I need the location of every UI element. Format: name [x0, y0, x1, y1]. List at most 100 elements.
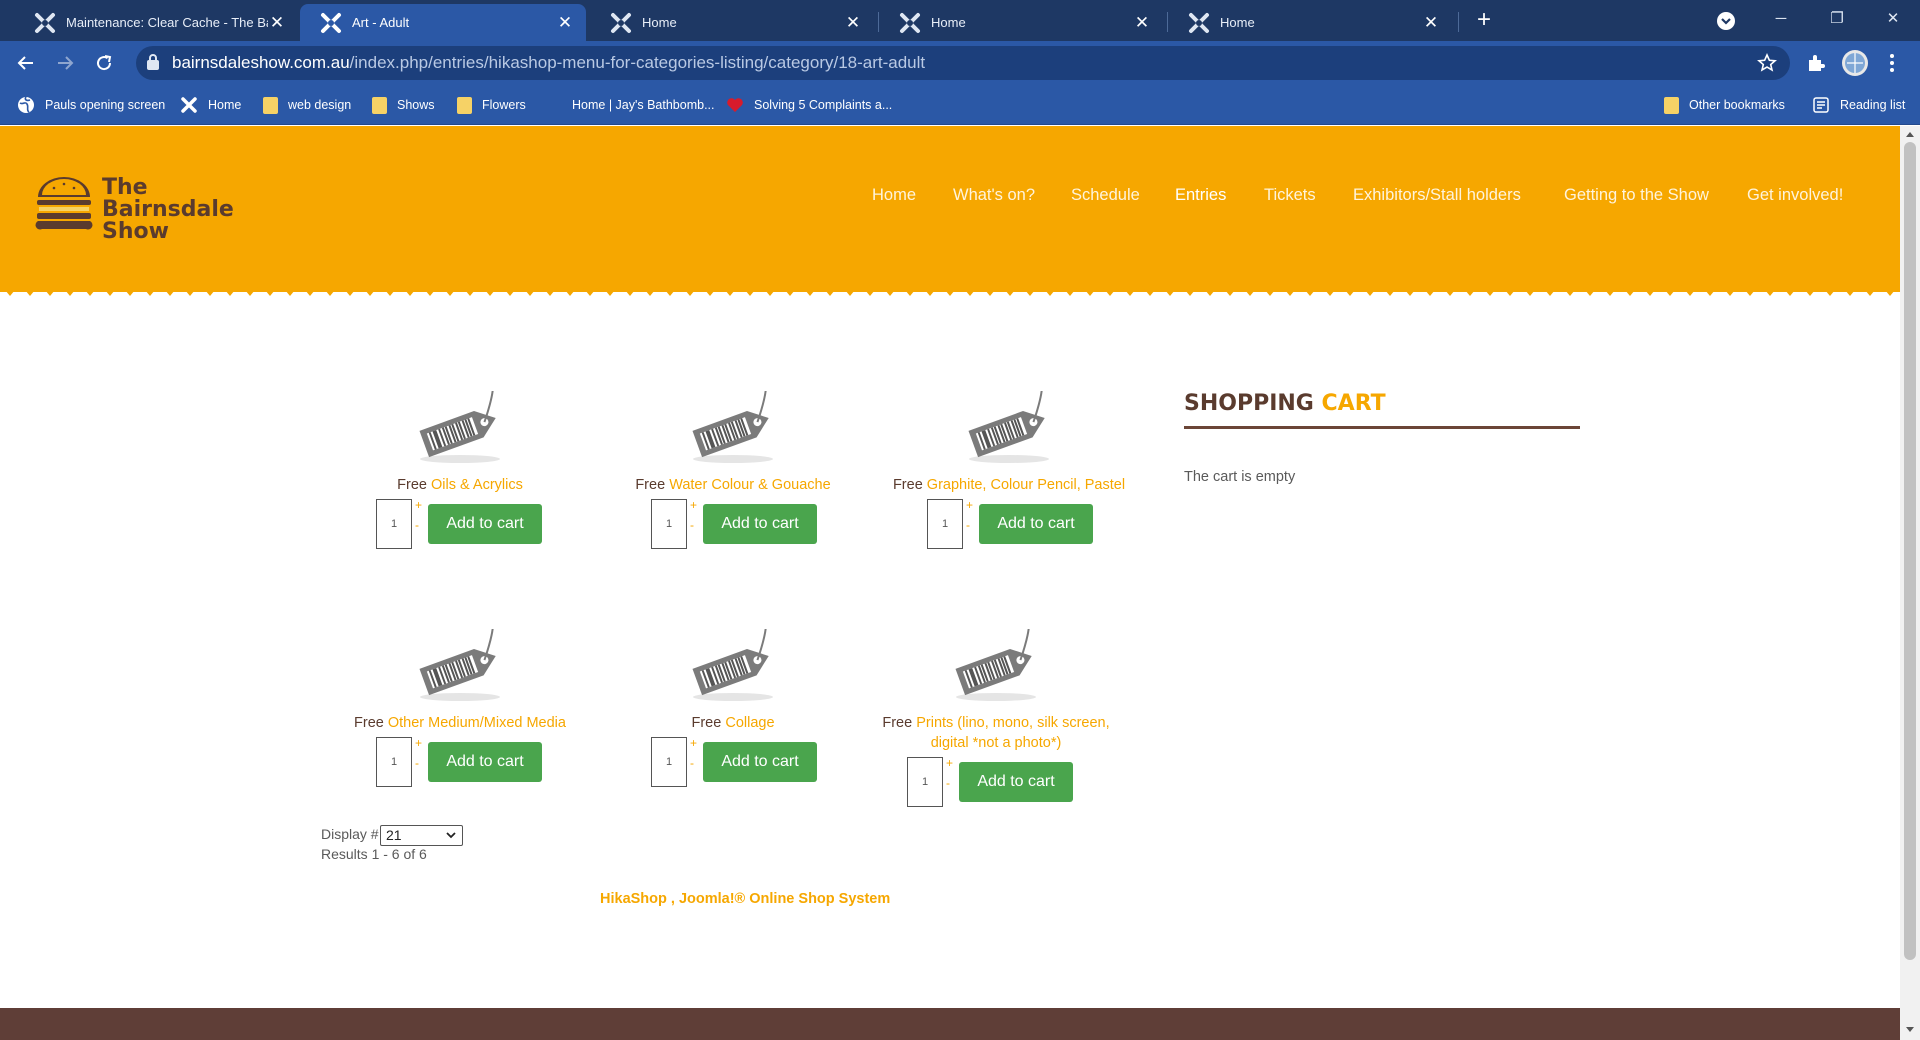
product-controls: 1 + - Add to cart [871, 757, 1111, 809]
tab-home-2[interactable]: Home ✕ [879, 4, 1163, 41]
folder-icon [263, 96, 278, 114]
product-link[interactable]: Graphite, Colour Pencil, Pastel [927, 477, 1125, 493]
quantity-input[interactable]: 1 [376, 499, 412, 549]
close-window-icon[interactable]: ✕ [1878, 6, 1908, 32]
profile-avatar-icon[interactable] [1841, 49, 1869, 77]
bookmark-jays-bathbomb[interactable]: Home | Jay's Bathbomb... [572, 94, 715, 116]
product-price: Free [882, 715, 913, 731]
new-tab-button[interactable]: + [1471, 8, 1497, 34]
product-link[interactable]: Prints (lino, mono, silk screen, digital… [916, 715, 1109, 751]
add-to-cart-button[interactable]: Add to cart [428, 742, 542, 782]
display-count-value: 21 [386, 827, 402, 843]
other-bookmarks-label: Other bookmarks [1689, 98, 1785, 112]
product-link[interactable]: Water Colour & Gouache [669, 477, 830, 493]
quantity-input[interactable]: 1 [376, 737, 412, 787]
add-to-cart-button[interactable]: Add to cart [959, 762, 1073, 802]
nav-home[interactable]: Home [872, 186, 916, 205]
menu-dots-icon[interactable] [1888, 53, 1896, 73]
tab-title: Home [642, 15, 677, 30]
star-icon[interactable] [1757, 53, 1777, 73]
restore-icon[interactable]: ❐ [1822, 6, 1852, 32]
quantity-plus-button[interactable]: + [946, 757, 953, 769]
nav-whats-on[interactable]: What's on? [953, 186, 1035, 205]
reload-icon [97, 55, 112, 71]
quantity-input[interactable]: 1 [651, 737, 687, 787]
hikashop-credit-link[interactable]: HikaShop , Joomla!® Online Shop System [600, 891, 890, 907]
nav-exhibitors[interactable]: Exhibitors/Stall holders [1353, 186, 1521, 205]
quantity-plus-button[interactable]: + [415, 499, 422, 511]
bookmark-shows[interactable]: Shows [372, 94, 435, 116]
close-icon[interactable]: ✕ [556, 13, 574, 33]
back-arrow-icon [17, 56, 33, 70]
bookmark-web-design[interactable]: web design [263, 94, 351, 116]
bookmark-solving-complaints[interactable]: Solving 5 Complaints a... [726, 94, 892, 116]
add-to-cart-button[interactable]: Add to cart [703, 504, 817, 544]
extensions-icon[interactable] [1805, 52, 1827, 74]
quantity-plus-button[interactable]: + [690, 499, 697, 511]
reading-list[interactable]: Reading list [1812, 94, 1905, 116]
nav-tickets[interactable]: Tickets [1264, 186, 1316, 205]
quantity-plus-button[interactable]: + [690, 737, 697, 749]
minimize-icon[interactable]: ─ [1766, 6, 1796, 32]
display-count-select[interactable]: 21 [380, 825, 463, 846]
tab-home-3[interactable]: Home ✕ [1168, 4, 1452, 41]
bookmark-label: Pauls opening screen [45, 98, 166, 112]
product-card: Free Water Colour & Gouache 1 + - Add to… [595, 391, 871, 551]
nav-getting-to-the-show[interactable]: Getting to the Show [1564, 186, 1709, 205]
reading-list-icon [1813, 97, 1829, 113]
quantity-input[interactable]: 1 [907, 757, 943, 807]
nav-entries[interactable]: Entries [1175, 186, 1226, 205]
add-to-cart-button[interactable]: Add to cart [979, 504, 1093, 544]
tab-home-1[interactable]: Home ✕ [590, 4, 874, 41]
quantity-input[interactable]: 1 [651, 499, 687, 549]
quantity-minus-button[interactable]: - [966, 519, 970, 531]
product-link[interactable]: Other Medium/Mixed Media [388, 715, 566, 731]
forward-button[interactable] [51, 50, 79, 76]
reload-button[interactable] [90, 50, 118, 76]
price-tag-icon [692, 391, 773, 463]
product-title: Free Graphite, Colour Pencil, Pastel [871, 475, 1147, 495]
close-icon[interactable]: ✕ [1422, 13, 1440, 33]
product-link[interactable]: Collage [725, 715, 774, 731]
price-tag-icon [692, 629, 773, 701]
page-scrollbar[interactable] [1900, 126, 1920, 1040]
product-title: Free Water Colour & Gouache [595, 475, 871, 495]
quantity-input[interactable]: 1 [927, 499, 963, 549]
close-icon[interactable]: ✕ [268, 13, 286, 33]
url-text[interactable]: bairnsdaleshow.com.au/index.php/entries/… [172, 53, 925, 73]
bookmark-label: Home | Jay's Bathbomb... [572, 98, 715, 112]
quantity-plus-button[interactable]: + [966, 499, 973, 511]
nav-schedule[interactable]: Schedule [1071, 186, 1140, 205]
close-icon[interactable]: ✕ [1133, 13, 1151, 33]
quantity-plus-button[interactable]: + [415, 737, 422, 749]
quantity-minus-button[interactable]: - [690, 757, 694, 769]
lock-icon[interactable] [146, 53, 160, 71]
scrollbar-thumb[interactable] [1904, 142, 1916, 960]
tab-search-icon[interactable] [1716, 11, 1736, 31]
price-tag-icon [419, 391, 500, 463]
product-controls: 1 + - Add to cart [320, 737, 600, 789]
close-icon[interactable]: ✕ [844, 13, 862, 33]
bookmark-home[interactable]: Home [180, 94, 241, 116]
product-price: Free [635, 477, 666, 493]
bookmark-pauls-opening-screen[interactable]: Pauls opening screen [17, 94, 165, 116]
scroll-up-arrow-icon[interactable] [1905, 130, 1915, 138]
quantity-minus-button[interactable]: - [690, 519, 694, 531]
add-to-cart-button[interactable]: Add to cart [428, 504, 542, 544]
quantity-minus-button[interactable]: - [415, 757, 419, 769]
tab-art-adult[interactable]: Art - Adult ✕ [300, 4, 586, 41]
quantity-minus-button[interactable]: - [415, 519, 419, 531]
back-button[interactable] [12, 50, 40, 76]
joomla-icon [321, 12, 341, 33]
add-to-cart-button[interactable]: Add to cart [703, 742, 817, 782]
product-link[interactable]: Oils & Acrylics [431, 477, 523, 493]
tab-title: Art - Adult [352, 15, 410, 30]
scroll-down-arrow-icon[interactable] [1905, 1026, 1915, 1034]
quantity-minus-button[interactable]: - [946, 777, 950, 789]
nav-get-involved[interactable]: Get involved! [1747, 186, 1843, 205]
other-bookmarks[interactable]: Other bookmarks [1664, 94, 1785, 116]
logo-line: Show [102, 219, 169, 244]
product-price: Free [354, 715, 384, 731]
tab-maintenance[interactable]: Maintenance: Clear Cache - The Bairnsd ✕ [14, 4, 298, 41]
bookmark-flowers[interactable]: Flowers [457, 94, 526, 116]
